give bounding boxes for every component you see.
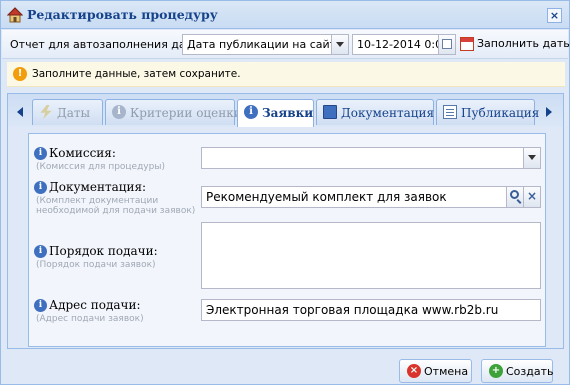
close-button[interactable]: × xyxy=(547,8,562,23)
create-button[interactable]: + Создать xyxy=(481,359,554,383)
order-label: Порядок подачи: xyxy=(49,244,158,258)
autofill-source-dropdown-trigger[interactable] xyxy=(331,35,348,54)
tab-publication-label: Публикация xyxy=(461,106,540,120)
calendar-icon xyxy=(460,37,474,51)
document-icon xyxy=(443,105,457,119)
edit-procedure-window: Редактировать процедуру × Отчет для авто… xyxy=(0,0,570,385)
tab-scroll-right-button[interactable] xyxy=(541,101,555,123)
info-icon: i xyxy=(34,147,47,160)
autofill-date-value: 10-12-2014 0:00 xyxy=(357,38,450,51)
order-textarea[interactable] xyxy=(201,222,541,289)
date-picker-icon xyxy=(442,39,452,49)
address-hint: (Адрес подачи заявок) xyxy=(36,314,144,324)
window-titlebar[interactable]: Редактировать процедуру × xyxy=(1,1,569,29)
notice-bar: ! Заполните данные, затем сохраните. xyxy=(7,62,565,87)
cancel-button[interactable]: × Отмена xyxy=(399,359,472,383)
tab-strip: Даты i Критерии оценки i Заявки Документ… xyxy=(8,94,563,127)
arrow-right-icon xyxy=(546,107,552,117)
book-icon xyxy=(323,105,337,119)
documentation-clear-button[interactable]: × xyxy=(523,187,540,207)
documentation-search-button[interactable] xyxy=(506,187,523,207)
procedure-tab-panel: Даты i Критерии оценки i Заявки Документ… xyxy=(7,93,564,349)
order-hint: (Порядок подачи заявок) xyxy=(36,260,156,270)
autofill-source-value: Дата публикации на сайте xyxy=(187,38,343,51)
tab-publication[interactable]: Публикация xyxy=(436,99,539,125)
commission-dropdown-trigger[interactable] xyxy=(523,148,540,168)
window-title: Редактировать процедуру xyxy=(27,7,218,22)
cancel-icon: × xyxy=(407,364,421,378)
chevron-down-icon xyxy=(336,42,344,47)
address-value: Электронная торговая площадка www.rb2b.r… xyxy=(206,303,499,317)
clear-icon: × xyxy=(526,189,538,203)
info-icon: i xyxy=(112,105,126,119)
warning-icon: ! xyxy=(13,67,27,81)
applications-form: i Комиссия: (Комиссия для процедуры) i Д… xyxy=(28,133,546,347)
fill-dates-label: Заполнить даты xyxy=(477,37,570,50)
address-field[interactable]: Электронная торговая площадка www.rb2b.r… xyxy=(201,299,541,321)
documentation-hint-line-1: (Комплект документации xyxy=(36,196,159,206)
notice-text: Заполните данные, затем сохраните. xyxy=(32,68,241,80)
tab-applications[interactable]: i Заявки xyxy=(237,99,314,127)
autofill-source-select[interactable]: Дата публикации на сайте xyxy=(182,34,349,55)
commission-hint: (Комиссия для процедуры) xyxy=(36,162,165,172)
date-picker-trigger[interactable] xyxy=(438,35,455,54)
home-icon xyxy=(7,7,23,23)
documentation-hint-line-2: необходимой для подачи заявок) xyxy=(36,206,196,216)
documentation-value: Рекомендуемый комплект для заявок xyxy=(206,190,447,204)
tab-documentation[interactable]: Документация xyxy=(316,99,434,125)
chevron-down-icon xyxy=(528,155,536,160)
info-icon: i xyxy=(244,105,258,119)
dialog-footer: × Отмена + Создать xyxy=(1,353,569,385)
documentation-label: Документация: xyxy=(49,180,147,194)
address-label: Адрес подачи: xyxy=(49,298,141,312)
arrow-left-icon xyxy=(17,107,23,117)
tab-dates[interactable]: Даты xyxy=(32,99,103,125)
info-icon: i xyxy=(34,299,47,312)
search-icon xyxy=(510,190,519,199)
tab-scroll-left-button[interactable] xyxy=(14,101,28,123)
add-icon: + xyxy=(489,364,503,378)
info-icon: i xyxy=(34,245,47,258)
autofill-label: Отчет для автозаполнения дат: xyxy=(10,38,196,51)
documentation-field[interactable]: Рекомендуемый комплект для заявок × xyxy=(201,186,541,208)
commission-label: Комиссия: xyxy=(49,146,116,160)
lightning-icon xyxy=(40,105,52,119)
cancel-label: Отмена xyxy=(424,365,469,378)
tab-applications-label: Заявки xyxy=(262,106,314,120)
tab-dates-label: Даты xyxy=(57,106,91,120)
tab-evaluation-criteria-label: Критерии оценки xyxy=(130,106,242,120)
commission-select[interactable] xyxy=(201,147,541,169)
info-icon: i xyxy=(34,181,47,194)
close-icon: × xyxy=(549,9,560,22)
autofill-toolbar: Отчет для автозаполнения дат: Дата публи… xyxy=(2,30,570,59)
tab-documentation-label: Документация xyxy=(341,106,435,120)
create-label: Создать xyxy=(506,365,554,378)
autofill-date-field[interactable]: 10-12-2014 0:00 xyxy=(352,34,456,55)
tab-evaluation-criteria[interactable]: i Критерии оценки xyxy=(105,99,242,125)
